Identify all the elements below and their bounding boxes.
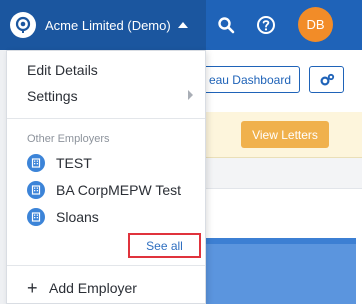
menu-divider — [7, 118, 205, 119]
view-letters-button[interactable]: View Letters — [241, 121, 329, 148]
company-switcher[interactable]: Acme Limited (Demo) — [0, 0, 206, 50]
pin-logo-icon — [10, 12, 36, 38]
gears-icon — [319, 73, 334, 86]
chevron-right-icon — [188, 90, 193, 100]
settings-gears-button[interactable] — [309, 66, 344, 93]
company-name: Acme Limited (Demo) — [45, 17, 171, 33]
employer-item-sloans[interactable]: Sloans — [27, 207, 99, 227]
caret-up-icon — [177, 22, 188, 28]
menu-divider — [7, 265, 205, 266]
building-icon — [27, 154, 45, 172]
dashboard-button[interactable]: eau Dashboard — [200, 66, 300, 93]
search-icon[interactable] — [214, 13, 238, 37]
user-avatar[interactable]: DB — [298, 7, 333, 42]
building-icon — [27, 208, 45, 226]
see-all-link[interactable]: See all — [128, 233, 201, 258]
top-navigation-bar: Acme Limited (Demo) DB — [0, 0, 362, 50]
employer-name: BA CorpMEPW Test — [56, 182, 182, 198]
building-icon — [27, 181, 45, 199]
employer-name: Sloans — [56, 209, 99, 225]
employer-item-test[interactable]: TEST — [27, 153, 92, 173]
settings-item[interactable]: Settings — [27, 88, 78, 104]
add-employer-item[interactable]: + Add Employer — [27, 278, 137, 298]
other-employers-heading: Other Employers — [27, 133, 110, 145]
edit-details-item[interactable]: Edit Details — [27, 62, 98, 78]
help-icon[interactable] — [254, 13, 278, 37]
plus-icon: + — [27, 278, 38, 298]
company-dropdown-menu: Edit Details Settings Other Employers TE… — [6, 50, 206, 304]
chart-bar — [206, 238, 356, 304]
employer-name: TEST — [56, 155, 92, 171]
add-employer-label: Add Employer — [49, 280, 137, 296]
employer-item-ba-corpmepw-test[interactable]: BA CorpMEPW Test — [27, 180, 181, 200]
